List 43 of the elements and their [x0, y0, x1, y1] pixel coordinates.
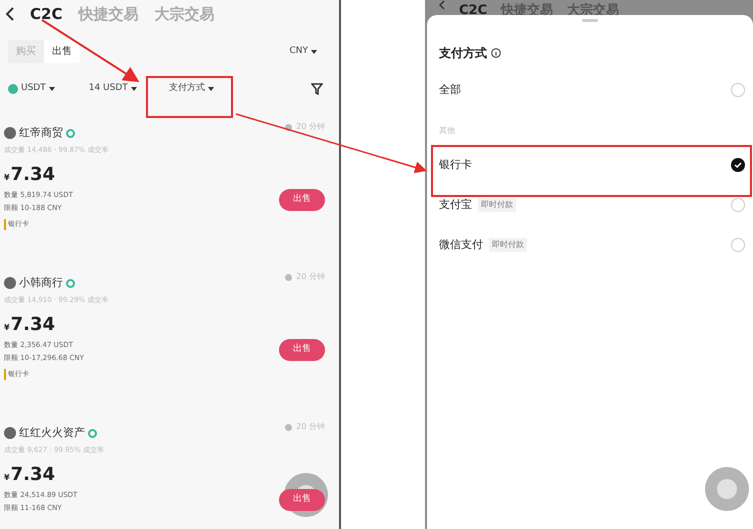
back-icon[interactable]	[6, 7, 14, 21]
drag-handle[interactable]	[582, 19, 598, 22]
avatar-icon	[4, 427, 16, 440]
trade-side-tab[interactable]: 出售	[44, 40, 80, 63]
verified-icon	[66, 278, 75, 288]
price: ¥7.34	[4, 463, 56, 487]
nav-tab[interactable]: C2C	[30, 2, 62, 26]
payment-option[interactable]: 微信支付 即时付款	[427, 225, 753, 265]
floating-button[interactable]	[705, 467, 749, 511]
price: ¥7.34	[4, 163, 56, 187]
caret-icon	[311, 50, 317, 54]
filter-icon[interactable]	[311, 83, 323, 95]
caret-icon	[130, 87, 137, 91]
verified-icon	[66, 128, 75, 138]
coin-icon	[8, 84, 18, 94]
filter-dropdown[interactable]: USDT	[8, 82, 55, 96]
sell-button[interactable]: 出售	[279, 339, 325, 360]
merchant-name: 红帝商贸	[19, 125, 63, 141]
filter-dropdown[interactable]: 支付方式	[168, 82, 214, 96]
nav-tab[interactable]: C2C	[459, 5, 488, 17]
avatar-icon	[4, 127, 16, 140]
price: ¥7.34	[4, 313, 56, 337]
back-icon	[439, 0, 445, 10]
instant-pay-tag: 即时付款	[478, 198, 516, 212]
merchant-name: 小韩商行	[19, 275, 63, 291]
instant-pay-tag: 即时付款	[489, 238, 527, 252]
currency-dropdown[interactable]: CNY	[289, 44, 317, 58]
caret-icon	[48, 87, 55, 91]
section-label: 其他	[439, 125, 456, 137]
caret-icon	[208, 87, 214, 91]
payment-option[interactable]: 支付宝 即时付款	[427, 185, 753, 225]
filter-dropdown[interactable]: 14 USDT	[88, 82, 137, 96]
merchant-name: 红红火火资产	[19, 425, 85, 441]
avatar-icon	[4, 277, 16, 290]
payment-time: 20 分钟	[296, 421, 325, 433]
payment-time: 20 分钟	[296, 271, 325, 283]
sell-button[interactable]: 出售	[279, 189, 325, 210]
sheet-title: 支付方式	[439, 45, 487, 62]
verified-icon	[88, 428, 97, 438]
payment-option[interactable]: 全部	[427, 70, 753, 110]
payment-time: 20 分钟	[296, 121, 325, 133]
payment-option[interactable]: 银行卡	[427, 145, 753, 185]
info-icon	[491, 48, 501, 58]
